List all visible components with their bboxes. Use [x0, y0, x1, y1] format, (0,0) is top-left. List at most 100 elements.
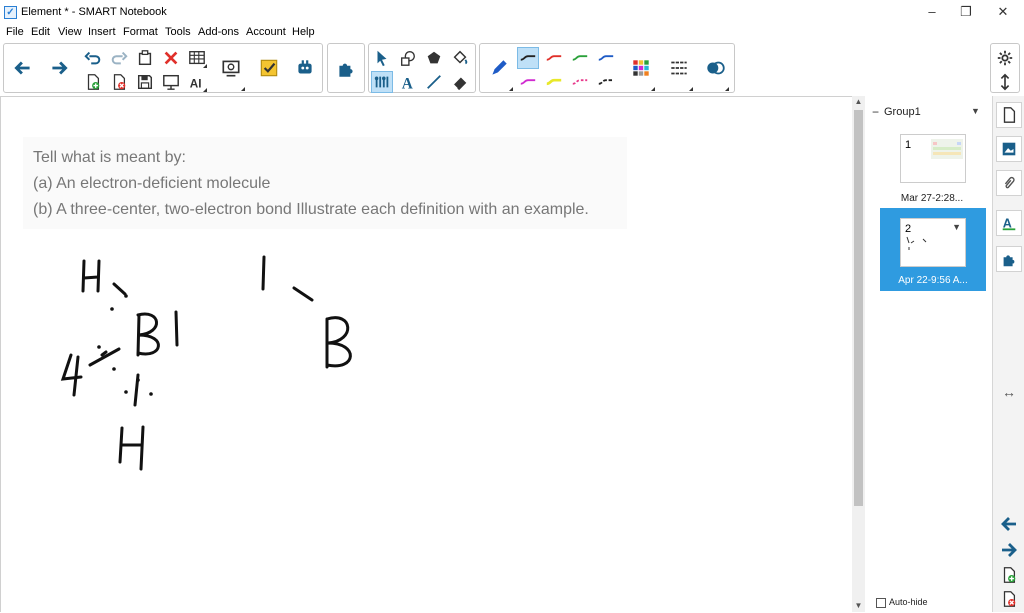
- page-sorter-icon[interactable]: [996, 102, 1022, 128]
- line-icon[interactable]: [423, 71, 445, 93]
- menu-view[interactable]: View: [58, 26, 82, 38]
- menu-add-ons[interactable]: Add-ons: [198, 26, 239, 38]
- text-icon[interactable]: A: [397, 71, 419, 93]
- pen-style-magenta[interactable]: [517, 71, 539, 93]
- page-thumbnail-2[interactable]: 2 ▼: [900, 218, 966, 267]
- document-camera-icon[interactable]: [216, 44, 246, 92]
- screen-shade-icon[interactable]: [160, 71, 182, 93]
- pen-style-blue[interactable]: [595, 47, 617, 69]
- paste-icon[interactable]: [134, 47, 156, 69]
- toolbar-group-tools: A: [368, 43, 476, 93]
- electron-dot: [136, 378, 140, 382]
- table-icon[interactable]: [186, 47, 208, 69]
- pen-style-red[interactable]: [543, 47, 565, 69]
- delete-page-icon[interactable]: [108, 71, 130, 93]
- fill-effects-icon[interactable]: [700, 44, 730, 92]
- handwriting-stroke: [100, 350, 108, 357]
- back-arrow-icon[interactable]: [8, 44, 38, 92]
- delete-icon[interactable]: [160, 47, 182, 69]
- main-toolbar: AI A: [0, 41, 1024, 96]
- page-menu-icon[interactable]: ▼: [952, 222, 961, 232]
- add-ons-icon[interactable]: [331, 44, 361, 92]
- eraser-icon[interactable]: [449, 71, 471, 93]
- color-palette-icon[interactable]: [626, 44, 656, 92]
- page-preview-sketch: [906, 236, 927, 250]
- toolbar-group-addons: [327, 43, 365, 93]
- scroll-thumb[interactable]: [854, 110, 863, 506]
- gallery-icon[interactable]: [996, 136, 1022, 162]
- resize-icon[interactable]: ↔: [998, 382, 1020, 402]
- pen-style-yellow[interactable]: [543, 71, 565, 93]
- group-name[interactable]: Group1: [884, 106, 921, 118]
- handwriting-stroke: [325, 316, 352, 369]
- group-collapse-icon[interactable]: −: [872, 105, 879, 119]
- handwriting-stroke: [118, 425, 145, 471]
- minimize-button[interactable]: –: [922, 4, 942, 20]
- menu-edit[interactable]: Edit: [31, 26, 50, 38]
- handwriting-stroke: [112, 282, 127, 296]
- text-ai-icon[interactable]: AI: [186, 71, 208, 93]
- settings-icon[interactable]: [994, 47, 1016, 69]
- pen-style-black-dashed[interactable]: [595, 71, 617, 93]
- save-icon[interactable]: [134, 71, 156, 93]
- periodic-table-preview: [931, 139, 963, 159]
- paint-bucket-icon[interactable]: [449, 47, 471, 69]
- whiteboard-canvas[interactable]: Tell what is meant by: (a) An electron-d…: [0, 96, 852, 612]
- move-toolbar-icon[interactable]: [994, 71, 1016, 93]
- page-label-2: Apr 22-9:56 A...: [898, 275, 968, 286]
- pen-style-pink-dashed[interactable]: [569, 71, 591, 93]
- page-label-1: Mar 27-2:28...: [900, 193, 964, 204]
- menu-format[interactable]: Format: [123, 26, 158, 38]
- forward-arrow-icon[interactable]: [44, 44, 74, 92]
- toolbar-group-settings: [990, 43, 1020, 93]
- handwriting-stroke: [136, 312, 160, 357]
- page-thumbnail-1[interactable]: 1: [900, 134, 966, 183]
- next-page-icon[interactable]: [998, 540, 1020, 560]
- add-ons-tab-icon[interactable]: [996, 246, 1022, 272]
- scroll-up-icon[interactable]: ▲: [852, 96, 865, 108]
- previous-page-icon[interactable]: [998, 514, 1020, 534]
- svg-text:AI: AI: [190, 77, 202, 90]
- multi-select-icon[interactable]: [371, 71, 393, 93]
- menu-tools[interactable]: Tools: [165, 26, 191, 38]
- handwriting-stroke: [261, 255, 266, 291]
- menu-insert[interactable]: Insert: [88, 26, 116, 38]
- menu-help[interactable]: Help: [292, 26, 315, 38]
- close-button[interactable]: ✕: [993, 4, 1013, 20]
- activity-builder-icon[interactable]: [290, 44, 320, 92]
- response-icon[interactable]: [254, 44, 284, 92]
- fill-shapes-icon[interactable]: [423, 47, 445, 69]
- menu-file[interactable]: File: [6, 26, 24, 38]
- menu-account[interactable]: Account: [246, 26, 286, 38]
- restore-button[interactable]: ❐: [956, 4, 976, 20]
- select-icon[interactable]: [371, 47, 393, 69]
- pen-style-green[interactable]: [569, 47, 591, 69]
- scroll-down-icon[interactable]: ▼: [852, 600, 865, 612]
- handwriting-layer: [60, 255, 352, 471]
- add-page-icon[interactable]: [82, 71, 104, 93]
- electron-dot: [149, 392, 153, 396]
- svg-text:A: A: [402, 75, 413, 91]
- pen-style-black[interactable]: [517, 47, 539, 69]
- add-page-side-icon[interactable]: [998, 566, 1020, 586]
- lines-icon[interactable]: [664, 44, 694, 92]
- redo-icon[interactable]: [108, 47, 130, 69]
- group-dropdown-icon[interactable]: ▼: [971, 106, 980, 116]
- page-selected-highlight[interactable]: 2 ▼ Apr 22-9:56 A...: [880, 208, 986, 291]
- pen-icon[interactable]: [484, 44, 514, 92]
- toolbar-group-page: AI: [3, 43, 323, 93]
- page-sorter-panel: − Group1 ▼ 1 Mar 27-2:28... 2 ▼ Apr 22-9…: [866, 96, 992, 612]
- delete-page-side-icon[interactable]: [998, 590, 1020, 610]
- electron-dot: [97, 345, 101, 349]
- smart-notebook-app-icon: ✓: [4, 6, 17, 19]
- canvas-scrollbar[interactable]: ▲ ▼: [852, 96, 865, 612]
- properties-icon[interactable]: A: [996, 210, 1022, 236]
- auto-hide-label: Auto-hide: [889, 597, 928, 607]
- svg-text:A: A: [1003, 217, 1012, 231]
- attachments-icon[interactable]: [996, 170, 1022, 196]
- auto-hide-checkbox[interactable]: [876, 597, 886, 608]
- auto-hide-toggle[interactable]: Auto-hide: [876, 597, 928, 608]
- undo-icon[interactable]: [82, 47, 104, 69]
- electron-dot: [112, 367, 116, 371]
- shapes-icon[interactable]: [397, 47, 419, 69]
